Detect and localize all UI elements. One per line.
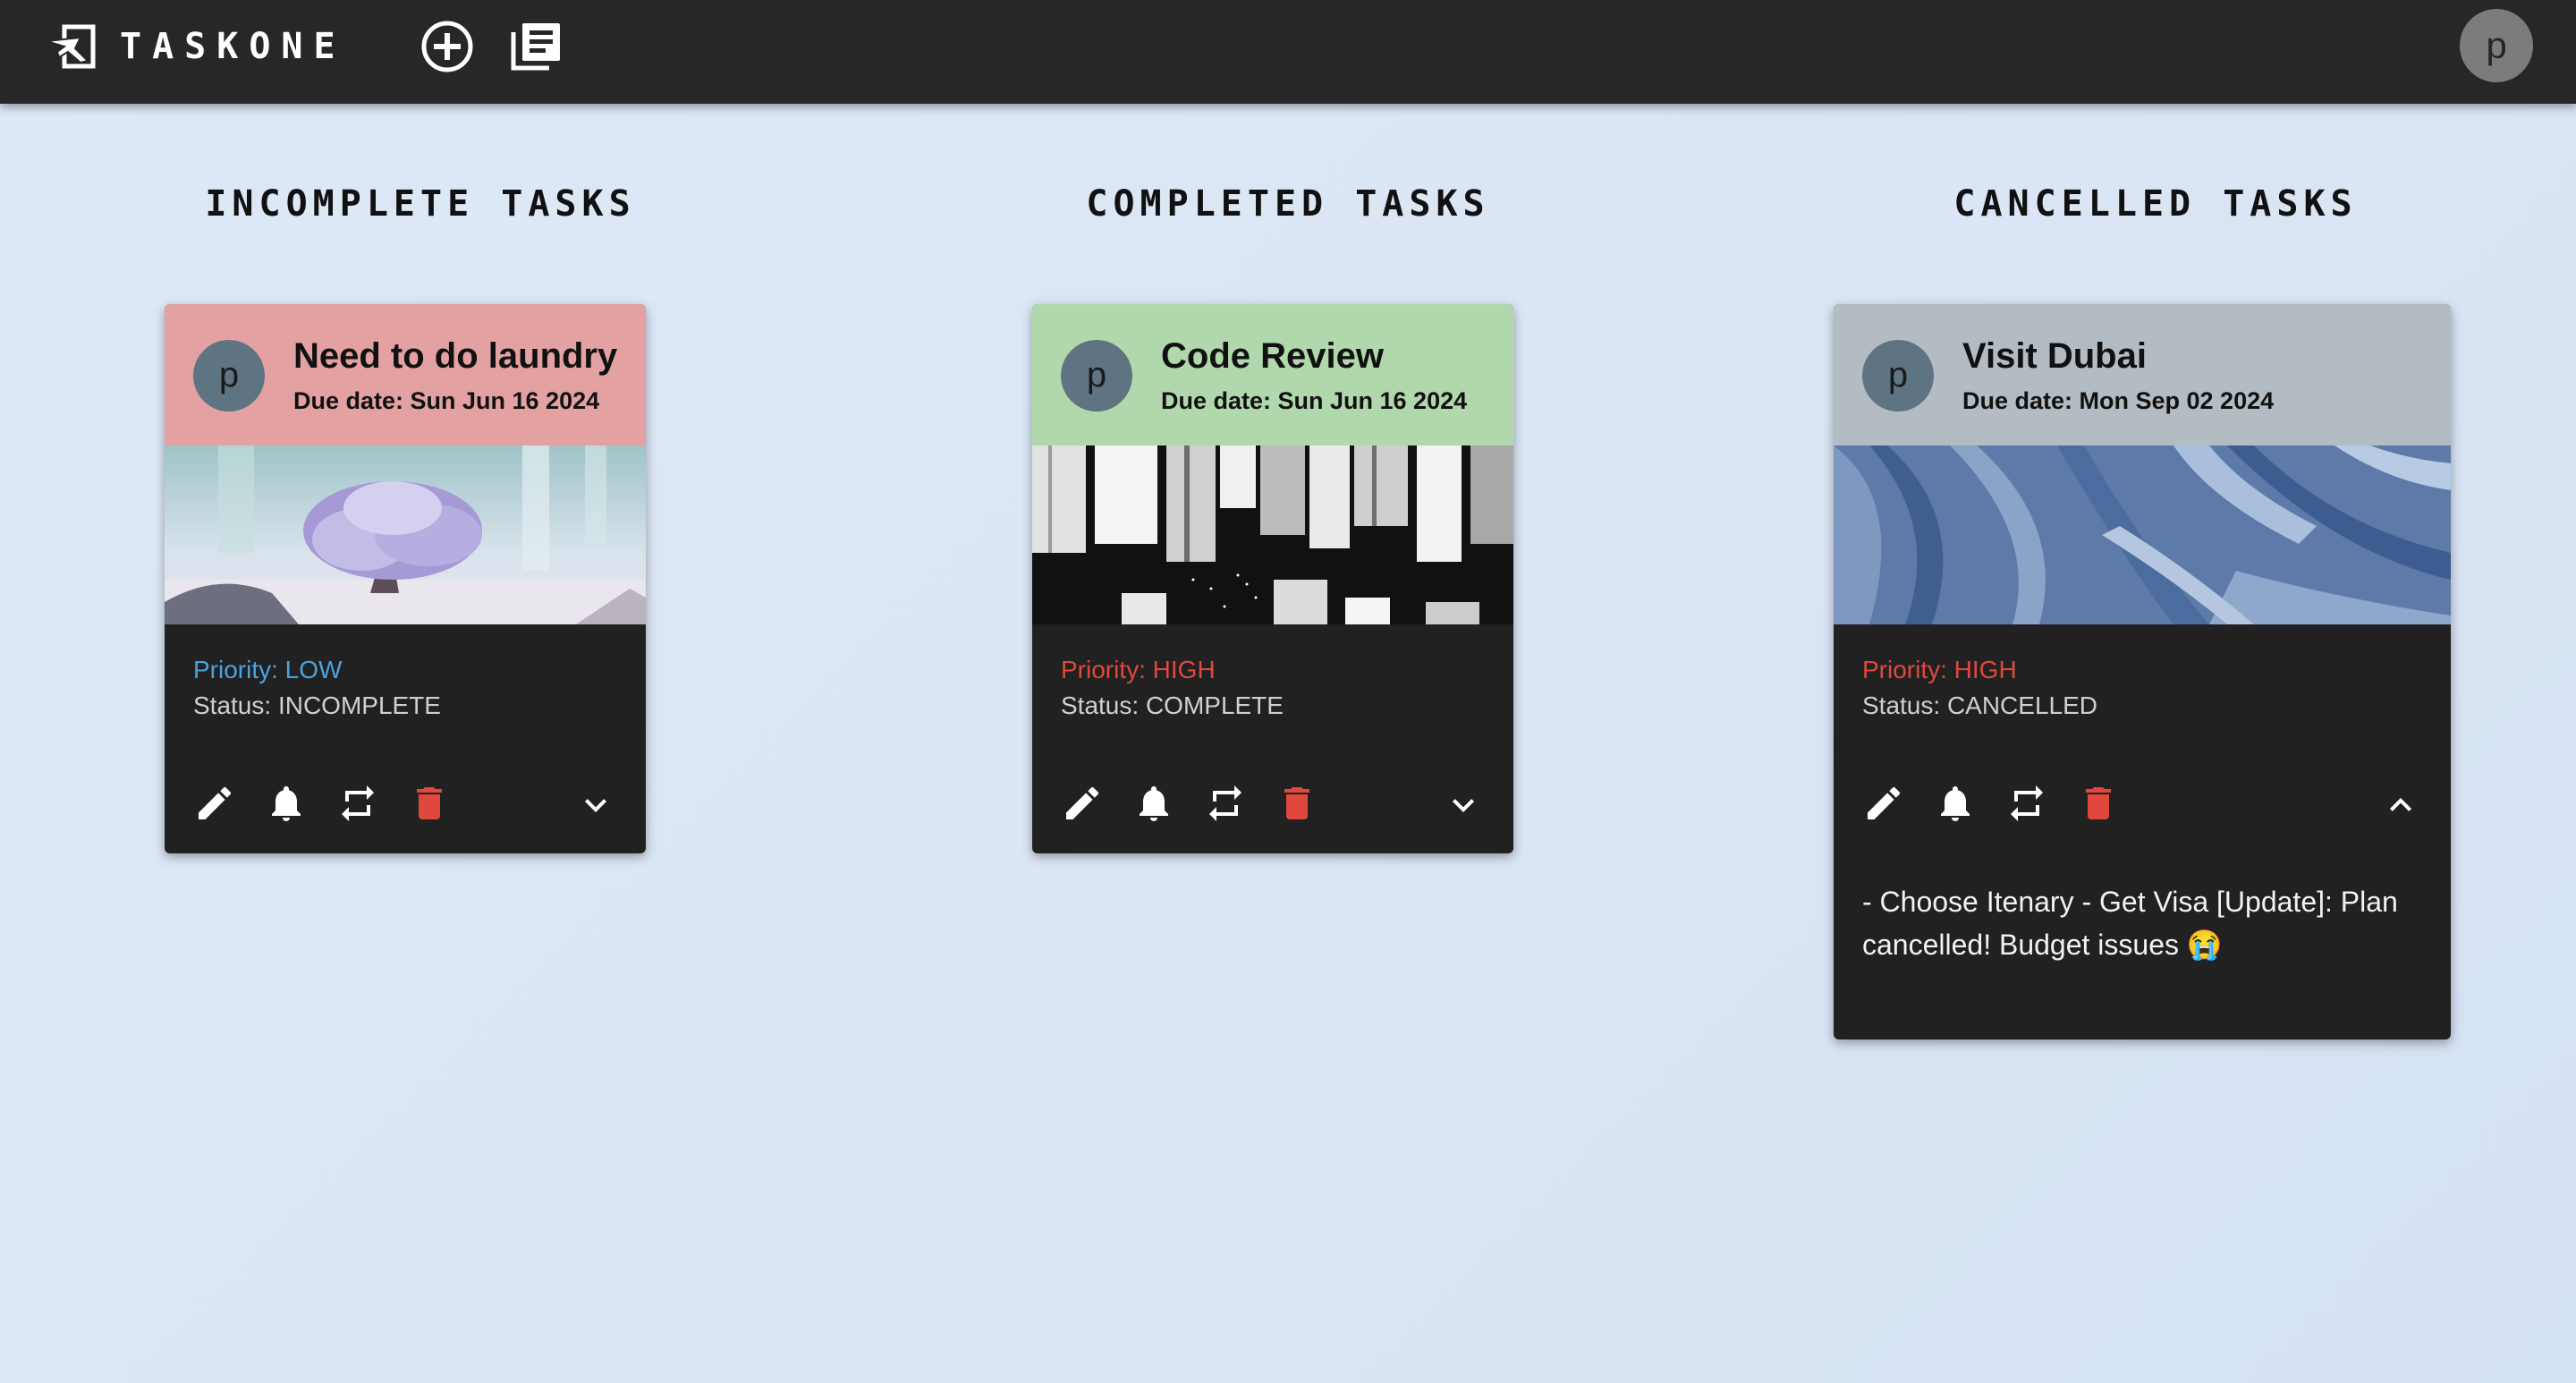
card-avatar: p — [1061, 340, 1132, 412]
card-due-date: Due date: Sun Jun 16 2024 — [293, 387, 600, 414]
card-due-date: Due date: Sun Jun 16 2024 — [1161, 387, 1468, 414]
card-header: p Code Review Due date: Sun Jun 16 2024 — [1032, 304, 1513, 445]
card-title: Visit Dubai — [1962, 336, 2147, 376]
bell-icon[interactable] — [1132, 782, 1175, 825]
task-card-laundry: p Need to do laundry Due date: Sun Jun 1… — [165, 304, 646, 853]
card-body: Priority: LOW Status: INCOMPLETE — [165, 624, 646, 853]
brand-title: TASKONE — [120, 26, 346, 67]
edit-icon[interactable] — [193, 782, 236, 825]
library-books-icon[interactable] — [508, 18, 565, 75]
status-label: Status: CANCELLED — [1862, 692, 2097, 719]
delete-icon[interactable] — [408, 782, 451, 825]
add-circle-icon[interactable] — [419, 18, 476, 75]
incomplete-tasks-heading: INCOMPLETE TASKS — [205, 183, 636, 225]
bell-icon[interactable] — [265, 782, 308, 825]
top-app-bar: TASKONE p — [0, 0, 2576, 104]
card-image-blue-sand — [1834, 445, 2451, 624]
priority-label: Priority: LOW — [193, 656, 343, 683]
card-title: Code Review — [1161, 336, 1384, 376]
status-label: Status: INCOMPLETE — [193, 692, 441, 719]
card-avatar: p — [1862, 340, 1934, 412]
repeat-icon[interactable] — [2005, 782, 2048, 825]
task-card-code-review: p Code Review Due date: Sun Jun 16 2024 — [1032, 304, 1513, 853]
card-avatar: p — [193, 340, 265, 412]
delete-icon[interactable] — [2077, 782, 2120, 825]
chevron-down-icon[interactable] — [1442, 784, 1485, 827]
chevron-up-icon[interactable] — [2379, 784, 2422, 827]
plane-logo-icon[interactable] — [45, 21, 100, 72]
card-image-abstract-pillars — [1032, 445, 1513, 624]
bell-icon[interactable] — [1934, 782, 1977, 825]
edit-icon[interactable] — [1061, 782, 1104, 825]
cancelled-tasks-heading: CANCELLED TASKS — [1953, 183, 2358, 225]
priority-label: Priority: HIGH — [1862, 656, 2017, 683]
card-due-date: Due date: Mon Sep 02 2024 — [1962, 387, 2275, 414]
repeat-icon[interactable] — [1204, 782, 1247, 825]
card-body: Priority: HIGH Status: COMPLETE — [1032, 624, 1513, 853]
status-label: Status: COMPLETE — [1061, 692, 1284, 719]
priority-label: Priority: HIGH — [1061, 656, 1216, 683]
delete-icon[interactable] — [1275, 782, 1318, 825]
card-header: p Visit Dubai Due date: Mon Sep 02 2024 — [1834, 304, 2451, 445]
task-card-visit-dubai: p Visit Dubai Due date: Mon Sep 02 2024 … — [1834, 304, 2451, 1039]
chevron-down-icon[interactable] — [574, 784, 617, 827]
card-header: p Need to do laundry Due date: Sun Jun 1… — [165, 304, 646, 445]
completed-tasks-heading: COMPLETED TASKS — [1086, 183, 1490, 225]
card-title: Need to do laundry — [293, 336, 618, 376]
card-body: Priority: HIGH Status: CANCELLED - Choos… — [1834, 624, 2451, 1039]
task-notes: - Choose Itenary - Get Visa [Update]: Pl… — [1862, 886, 2398, 961]
card-image-misty-tree — [165, 445, 646, 624]
edit-icon[interactable] — [1862, 782, 1905, 825]
profile-avatar[interactable]: p — [2460, 9, 2533, 82]
repeat-icon[interactable] — [336, 782, 379, 825]
